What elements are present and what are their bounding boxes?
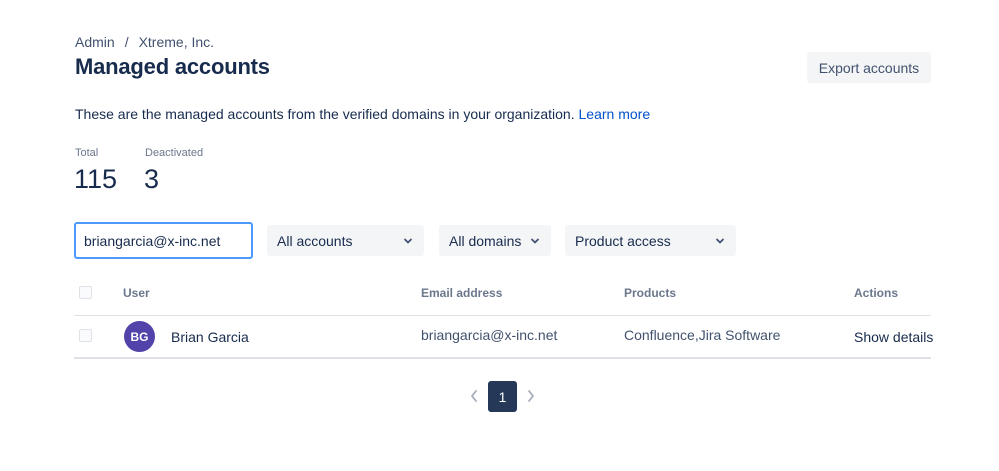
column-header-actions: Actions <box>854 286 899 300</box>
chevron-down-icon <box>403 236 413 246</box>
table-bottom-divider <box>74 357 931 359</box>
breadcrumb-separator: / <box>124 34 129 50</box>
chevron-right-icon[interactable] <box>524 389 538 403</box>
page-title: Managed accounts <box>75 54 270 79</box>
pagination-page-1[interactable]: 1 <box>488 381 517 412</box>
total-label: Total <box>75 147 99 159</box>
learn-more-link[interactable]: Learn more <box>579 106 651 122</box>
column-header-products[interactable]: Products <box>624 286 676 300</box>
deactivated-value: 3 <box>144 164 160 194</box>
search-input[interactable] <box>74 222 253 259</box>
select-all-checkbox[interactable] <box>79 286 92 299</box>
export-accounts-button[interactable]: Export accounts <box>807 52 931 83</box>
show-details-link[interactable]: Show details <box>854 329 933 345</box>
deactivated-label: Deactivated <box>145 147 204 159</box>
breadcrumb: Admin / Xtreme, Inc. <box>75 34 214 50</box>
user-name[interactable]: Brian Garcia <box>171 329 249 345</box>
avatar: BG <box>124 321 155 352</box>
column-header-email[interactable]: Email address <box>421 286 502 300</box>
user-products: Confluence,Jira Software <box>624 327 781 343</box>
product-access-filter-label: Product access <box>575 232 671 249</box>
accounts-filter-select[interactable]: All accounts <box>267 225 424 256</box>
breadcrumb-admin-link[interactable]: Admin <box>75 34 115 50</box>
column-header-user[interactable]: User <box>123 286 150 300</box>
total-value: 115 <box>74 164 118 194</box>
chevron-down-icon <box>715 236 725 246</box>
chevron-down-icon <box>530 236 540 246</box>
header-divider <box>74 315 931 316</box>
user-email: briangarcia@x-inc.net <box>421 327 558 343</box>
chevron-left-icon[interactable] <box>467 389 481 403</box>
product-access-filter-select[interactable]: Product access <box>565 225 736 256</box>
breadcrumb-org-link[interactable]: Xtreme, Inc. <box>139 34 214 50</box>
accounts-filter-label: All accounts <box>277 232 353 249</box>
description-text: These are the managed accounts from the … <box>75 106 575 122</box>
domains-filter-select[interactable]: All domains <box>439 225 551 256</box>
domains-filter-label: All domains <box>449 232 522 249</box>
page-description: These are the managed accounts from the … <box>75 106 650 122</box>
row-checkbox[interactable] <box>79 329 92 342</box>
